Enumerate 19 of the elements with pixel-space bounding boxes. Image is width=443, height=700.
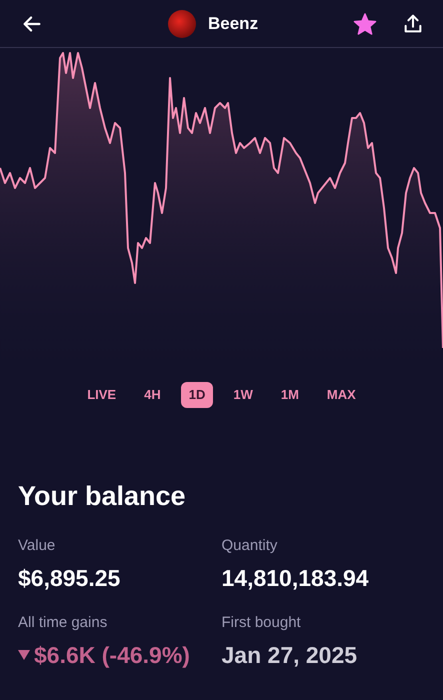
time-range-tab[interactable]: 1D: [180, 382, 214, 408]
stat-value: 14,810,183.94: [222, 564, 369, 593]
star-icon: [353, 12, 377, 36]
time-range-tab[interactable]: 1M: [272, 382, 307, 408]
stat-label: Value: [18, 536, 56, 556]
stat-label: All time gains: [18, 612, 108, 632]
stat-value: Jan 27, 2025: [222, 641, 358, 670]
stat-label: Quantity: [222, 536, 278, 556]
stat-label: First bought: [222, 612, 302, 632]
stat-value: $6.6K (-46.9%): [34, 641, 190, 670]
balance-title: Your balance: [17, 480, 187, 513]
time-range-tab[interactable]: 4H: [136, 382, 169, 408]
time-range-tab[interactable]: LIVE: [79, 382, 124, 408]
time-range-tab[interactable]: 1W: [225, 382, 261, 408]
stat-value: $6,895.25: [18, 564, 120, 593]
share-icon: [402, 12, 424, 34]
token-name: Beenz: [208, 12, 258, 35]
time-range-tab[interactable]: MAX: [318, 382, 364, 408]
token-logo-icon: [168, 10, 196, 38]
